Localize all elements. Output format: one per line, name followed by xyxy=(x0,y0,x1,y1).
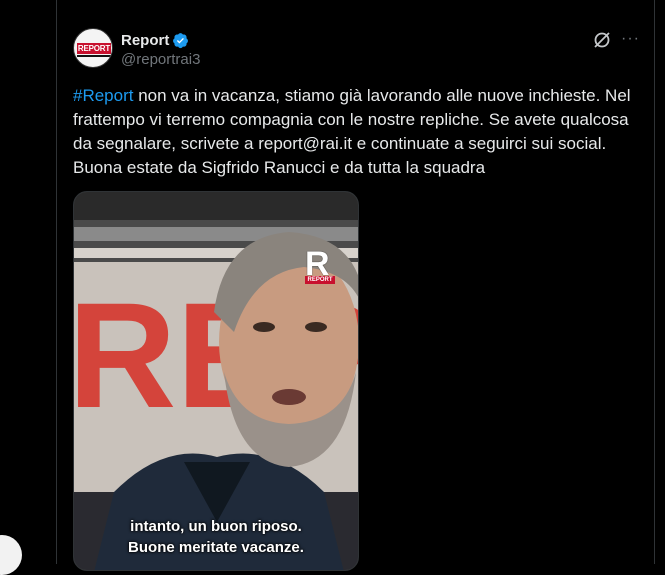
avatar-logo: REPORT xyxy=(77,43,111,54)
avatar-logo-bar xyxy=(77,55,111,57)
tweet-text: #Report non va in vacanza, stiamo già la… xyxy=(73,84,645,180)
display-name[interactable]: Report xyxy=(121,32,169,49)
more-icon[interactable]: ··· xyxy=(621,30,641,50)
tweet-body: non va in vacanza, stiamo già lavorando … xyxy=(73,86,636,177)
timeline-left-border xyxy=(56,0,57,564)
report-watermark: R REPORT xyxy=(305,245,335,285)
timeline-right-border xyxy=(654,0,655,564)
video-caption-line-2: Buone meritate vacanze. xyxy=(128,539,304,556)
hashtag-link[interactable]: #Report xyxy=(73,86,133,105)
grok-icon[interactable] xyxy=(592,30,612,50)
author-name-row: Report xyxy=(121,30,189,50)
account-handle[interactable]: @reportrai3 xyxy=(121,51,200,68)
watermark-text: REPORT xyxy=(305,276,335,284)
watermark-letter: R xyxy=(305,245,330,283)
floating-action-button[interactable] xyxy=(0,535,22,575)
video-caption-line-1: intanto, un buon riposo. xyxy=(130,518,302,535)
avatar[interactable]: REPORT xyxy=(73,28,113,68)
video-thumbnail[interactable]: REP R REPORT intanto, un buon riposo. Bu… xyxy=(73,191,359,571)
verified-badge-icon xyxy=(173,32,189,48)
